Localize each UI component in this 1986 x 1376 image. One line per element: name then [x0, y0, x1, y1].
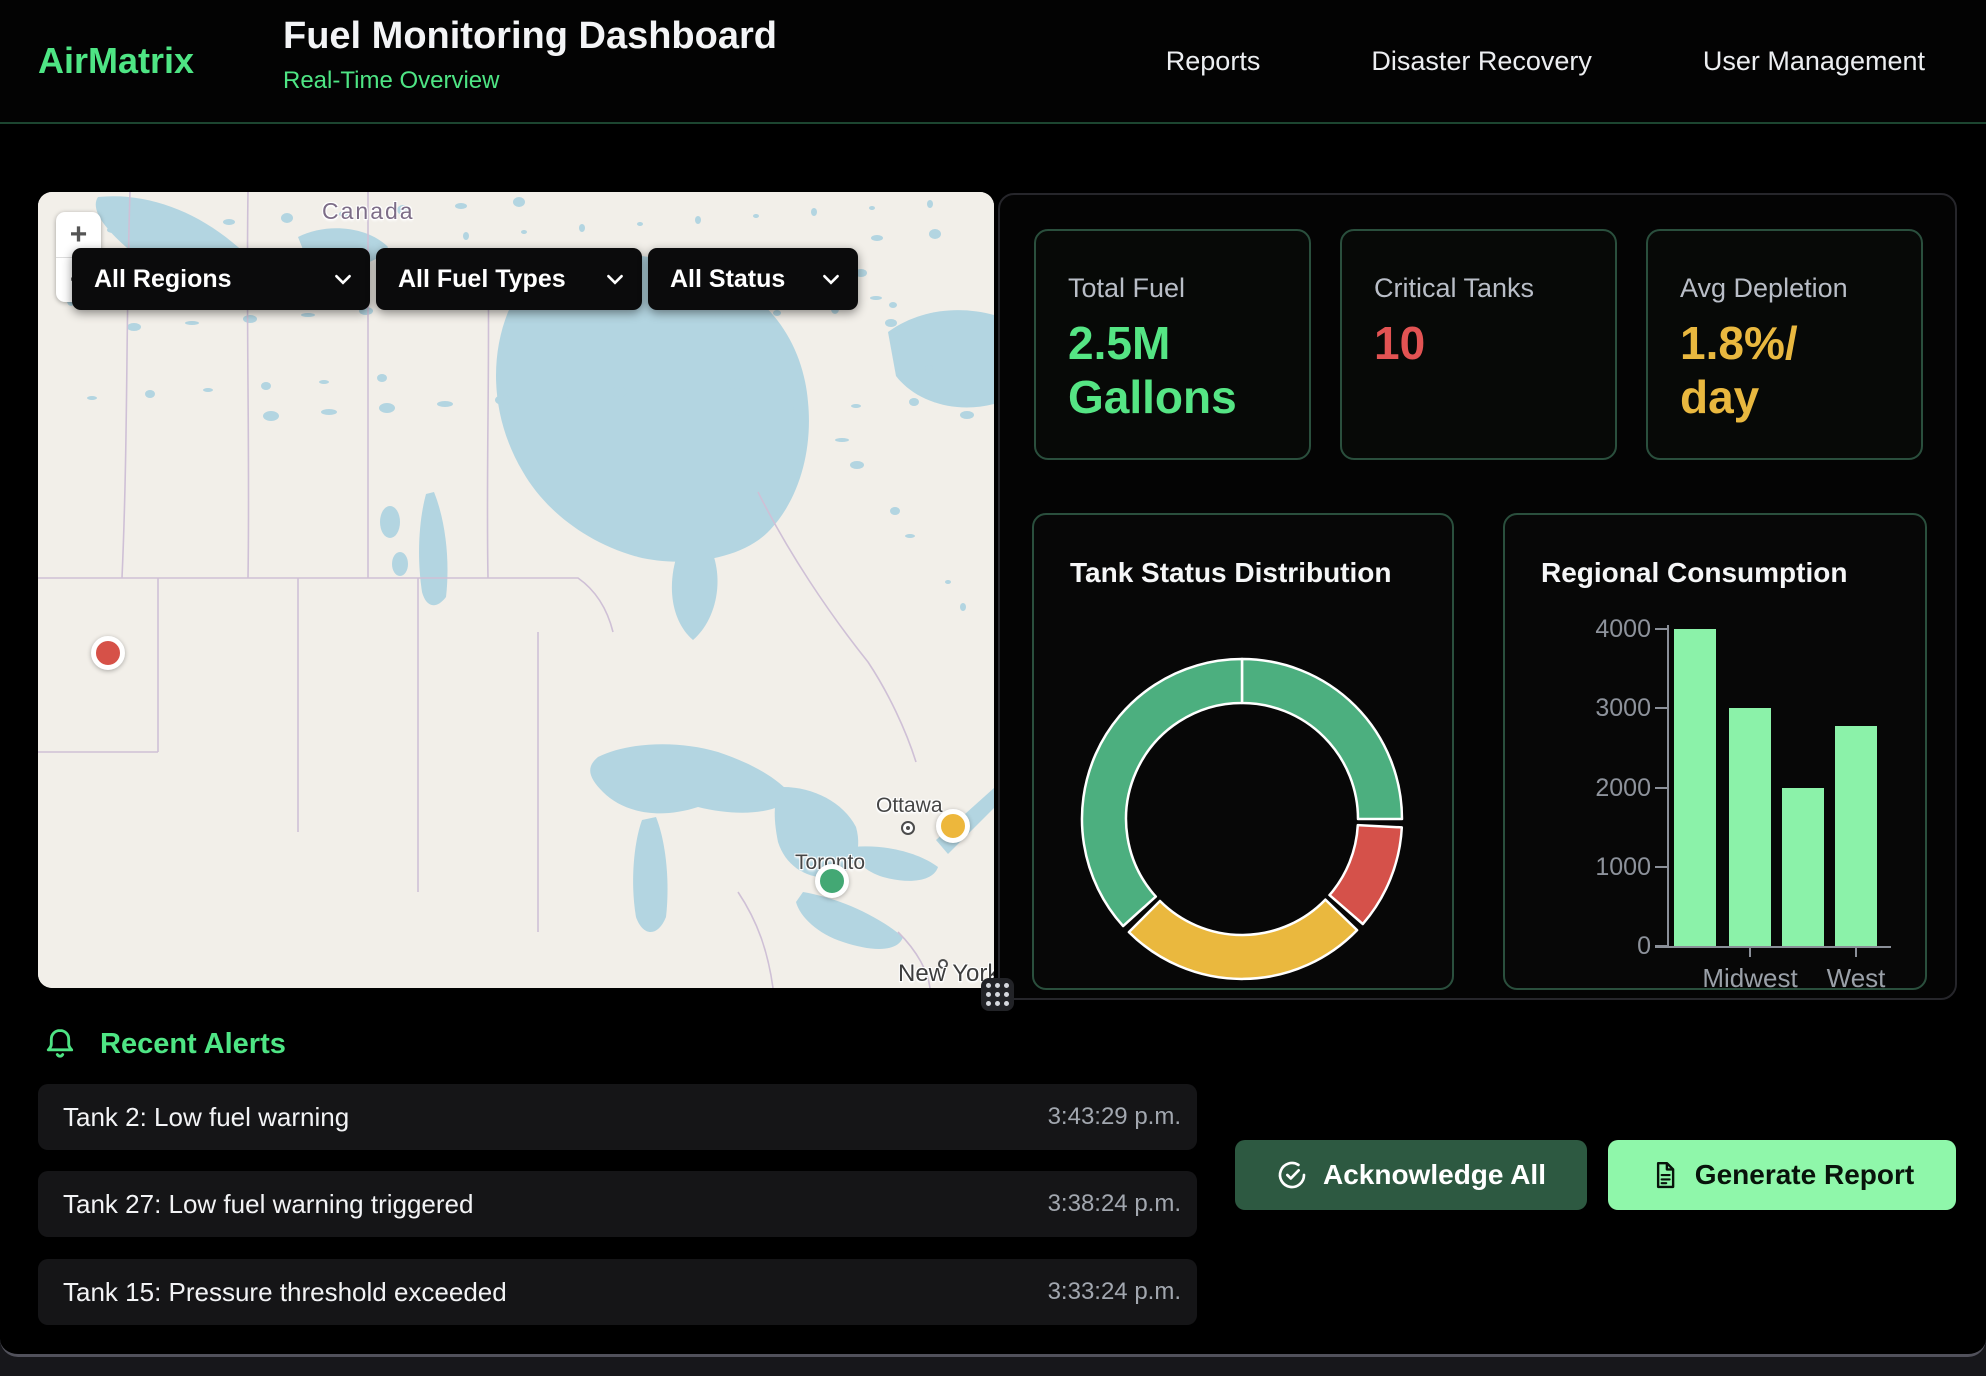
alert-time: 3:43:29 p.m. [1048, 1103, 1181, 1131]
top-header: AirMatrix Fuel Monitoring Dashboard Real… [0, 0, 1986, 124]
alert-row[interactable]: Tank 15: Pressure threshold exceeded 3:3… [38, 1259, 1197, 1325]
generate-report-label: Generate Report [1695, 1159, 1914, 1191]
consumption-bar [1674, 629, 1716, 946]
map-label-new-york: New York [898, 960, 994, 988]
consumption-bar [1729, 708, 1771, 946]
stat-label: Avg Depletion [1680, 273, 1891, 304]
region-filter-dropdown[interactable]: All Regions [72, 248, 370, 310]
y-axis-tick-label: 2000 [1505, 774, 1651, 803]
y-axis-tick-label: 1000 [1505, 853, 1651, 882]
stat-value: 2.5MGallons [1068, 316, 1279, 425]
map-marker-normal[interactable] [815, 864, 849, 898]
map-marker-warning[interactable] [936, 809, 970, 843]
nav-item-user-management[interactable]: User Management [1703, 46, 1925, 77]
stat-label: Total Fuel [1068, 273, 1279, 304]
alert-text: Tank 15: Pressure threshold exceeded [63, 1277, 507, 1308]
consumption-bar [1835, 726, 1877, 946]
map-marker-critical[interactable] [91, 636, 125, 670]
fuel-monitoring-dashboard: AirMatrix Fuel Monitoring Dashboard Real… [0, 0, 1986, 1357]
map-label-ottawa: Ottawa [876, 794, 943, 818]
brand-logo[interactable]: AirMatrix [38, 40, 194, 82]
y-axis-tick-label: 4000 [1505, 615, 1651, 644]
alert-text: Tank 27: Low fuel warning triggered [63, 1189, 473, 1220]
status-filter-dropdown[interactable]: All Status [648, 248, 858, 310]
acknowledge-all-button[interactable]: Acknowledge All [1235, 1140, 1587, 1210]
alert-text: Tank 2: Low fuel warning [63, 1102, 349, 1133]
alert-time: 3:38:24 p.m. [1048, 1190, 1181, 1218]
ottawa-town-dot [902, 822, 914, 834]
title-block: Fuel Monitoring Dashboard Real-Time Over… [283, 15, 777, 95]
chevron-down-icon [334, 274, 352, 285]
report-document-icon [1650, 1160, 1680, 1190]
tank-map[interactable]: Canada Ottawa Toronto New York + − All R… [38, 192, 994, 988]
metrics-panel: Total Fuel 2.5MGallons Critical Tanks 10… [998, 193, 1957, 1000]
regional-consumption-bar-card: Regional Consumption 01000200030004000Mi… [1503, 513, 1927, 990]
alert-row[interactable]: Tank 2: Low fuel warning 3:43:29 p.m. [38, 1084, 1197, 1150]
alert-time: 3:33:24 p.m. [1048, 1278, 1181, 1306]
recent-alerts-header: Recent Alerts [42, 1026, 286, 1062]
fuel-type-filter-value: All Fuel Types [398, 265, 566, 294]
map-filter-bar: All Regions All Fuel Types All Status [72, 248, 858, 310]
page-title: Fuel Monitoring Dashboard [283, 15, 777, 58]
check-circle-icon [1276, 1159, 1308, 1191]
y-axis-tick-label: 0 [1505, 932, 1651, 961]
stat-label: Critical Tanks [1374, 273, 1585, 304]
stat-card-avg-depletion: Avg Depletion 1.8%/day [1646, 229, 1923, 460]
x-axis-tick-label: West [1827, 963, 1886, 994]
chevron-down-icon [822, 274, 840, 285]
y-axis-tick-label: 3000 [1505, 694, 1651, 723]
bell-icon [42, 1026, 78, 1062]
recent-alerts-title: Recent Alerts [100, 1028, 286, 1061]
stat-card-total-fuel: Total Fuel 2.5MGallons [1034, 229, 1311, 460]
map-label-canada: Canada [322, 198, 415, 225]
stat-card-critical-tanks: Critical Tanks 10 [1340, 229, 1617, 460]
tank-status-donut-card: Tank Status Distribution [1032, 513, 1454, 990]
alert-row[interactable]: Tank 27: Low fuel warning triggered 3:38… [38, 1171, 1197, 1237]
page-subtitle: Real-Time Overview [283, 67, 777, 95]
fuel-type-filter-dropdown[interactable]: All Fuel Types [376, 248, 642, 310]
region-filter-value: All Regions [94, 265, 232, 294]
acknowledge-all-label: Acknowledge All [1323, 1159, 1546, 1191]
consumption-bar [1782, 788, 1824, 947]
status-filter-value: All Status [670, 265, 785, 294]
generate-report-button[interactable]: Generate Report [1608, 1140, 1956, 1210]
stat-value: 1.8%/day [1680, 316, 1891, 425]
chevron-down-icon [606, 274, 624, 285]
main-nav: Reports Disaster Recovery User Managemen… [1166, 0, 1925, 122]
nav-item-disaster-recovery[interactable]: Disaster Recovery [1371, 46, 1592, 77]
nav-item-reports[interactable]: Reports [1166, 46, 1261, 77]
tank-status-donut-chart [1034, 515, 1452, 988]
x-axis-tick-label: Midwest [1702, 963, 1797, 994]
resize-grip-handle[interactable] [981, 978, 1014, 1011]
stat-value: 10 [1374, 316, 1585, 370]
regional-consumption-bar-chart: 01000200030004000MidwestWest [1505, 515, 1925, 988]
